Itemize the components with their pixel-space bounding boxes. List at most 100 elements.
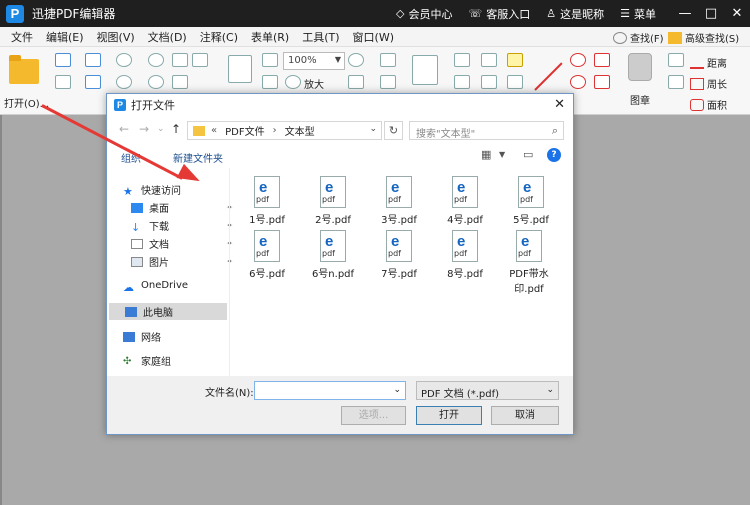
zoom-select[interactable]: 100% ▼	[283, 52, 345, 70]
user-nickname-link[interactable]: ♙ 这是昵称	[546, 6, 604, 22]
file-item-5[interactable]: e pdf 5号.pdf	[500, 176, 562, 226]
menu-tools[interactable]: 工具(T)	[302, 29, 339, 45]
open-file-button[interactable]: 打开(O)...	[4, 53, 49, 110]
chevron-down-icon[interactable]: ⌄	[393, 385, 401, 395]
refresh-button[interactable]: ↻	[384, 121, 403, 140]
back-arrow-icon[interactable]: ←	[119, 122, 129, 136]
close-button[interactable]: ✕	[724, 6, 750, 21]
actual-size-icon[interactable]	[228, 55, 252, 83]
menu-view[interactable]: 视图(V)	[97, 29, 135, 45]
fit-width-icon[interactable]	[262, 75, 278, 89]
path-overflow[interactable]: «	[211, 125, 217, 136]
menu-form[interactable]: 表单(R)	[251, 29, 289, 45]
polygon-tool-icon[interactable]	[594, 53, 610, 67]
menu-edit[interactable]: 编辑(E)	[46, 29, 84, 45]
menu-window[interactable]: 窗口(W)	[353, 29, 394, 45]
customer-service-link[interactable]: ☏ 客服入口	[468, 6, 530, 22]
rotate-icon[interactable]	[348, 75, 364, 89]
zoom-icon[interactable]	[348, 53, 364, 67]
textbox-icon[interactable]	[481, 75, 497, 89]
minimize-button[interactable]: —	[672, 6, 698, 21]
stamp-icon[interactable]	[628, 53, 652, 81]
undo-icon[interactable]	[116, 53, 132, 67]
file-item-6n[interactable]: e pdf 6号n.pdf	[302, 230, 364, 280]
hand-icon[interactable]	[172, 53, 188, 67]
filetype-select[interactable]: PDF 文档 (*.pdf) ⌄	[416, 381, 559, 400]
circle-tool-icon[interactable]	[570, 53, 586, 67]
help-icon[interactable]: ?	[547, 148, 561, 162]
rectangle-tool-icon[interactable]	[594, 75, 610, 89]
nav-downloads[interactable]: ↓下载✦	[131, 218, 235, 234]
line-tool-icon[interactable]	[534, 62, 563, 91]
file-item-2[interactable]: e pdf 2号.pdf	[302, 176, 364, 226]
menu-file[interactable]: 文件	[11, 29, 33, 45]
file-item-4[interactable]: e pdf 4号.pdf	[434, 176, 496, 226]
back-icon[interactable]	[148, 53, 164, 67]
up-arrow-icon[interactable]: ↑	[171, 122, 181, 136]
forward-arrow-icon[interactable]: →	[139, 122, 149, 136]
maximize-button[interactable]: □	[698, 6, 724, 21]
crop-icon[interactable]	[454, 75, 470, 89]
nav-pictures[interactable]: 图片✦	[131, 254, 235, 269]
file-item-6[interactable]: e pdf 6号.pdf	[236, 230, 298, 280]
file-item-3[interactable]: e pdf 3号.pdf	[368, 176, 430, 226]
ellipse-tool-icon[interactable]	[570, 75, 586, 89]
typewriter-icon[interactable]	[481, 53, 497, 67]
area-tool[interactable]: 面积	[690, 97, 727, 112]
edit-content-icon[interactable]	[412, 55, 438, 85]
select-icon[interactable]	[172, 75, 188, 89]
nav-this-pc[interactable]: 此电脑	[109, 303, 227, 320]
search-input[interactable]: 搜索"文本型" ⌕	[409, 121, 564, 140]
options-button[interactable]: 选项...	[341, 406, 406, 425]
menu-comment[interactable]: 注释(C)	[200, 29, 238, 45]
breadcrumb-pdf-folder[interactable]: PDF文件	[225, 123, 264, 138]
add-text-icon[interactable]	[380, 75, 396, 89]
eraser-icon[interactable]	[668, 53, 684, 67]
pencil-icon[interactable]	[668, 75, 684, 89]
new-folder-button[interactable]: 新建文件夹	[173, 150, 223, 165]
attach-icon[interactable]	[507, 75, 523, 89]
view-options-icon[interactable]: ▦	[481, 148, 491, 161]
find-button[interactable]: 查找(F)	[613, 30, 664, 45]
distance-tool[interactable]: 距离	[690, 55, 727, 70]
preview-pane-icon[interactable]: ▭	[523, 148, 533, 161]
filename-input[interactable]: ⌄	[254, 381, 406, 400]
pane-divider[interactable]	[229, 168, 230, 376]
file-item-8[interactable]: e pdf 8号.pdf	[434, 230, 496, 280]
forward-icon[interactable]	[148, 75, 164, 89]
nav-documents[interactable]: 文档✦	[131, 236, 235, 251]
note-icon[interactable]	[507, 53, 523, 67]
main-menu-button[interactable]: ☰ 菜单	[620, 6, 656, 22]
advanced-find-button[interactable]: 高级查找(S)	[668, 30, 739, 45]
email-icon[interactable]	[85, 53, 101, 67]
member-center-link[interactable]: ◇ 会员中心	[396, 6, 452, 22]
fit-page-icon[interactable]	[262, 53, 278, 67]
dialog-close-button[interactable]: ✕	[554, 97, 565, 112]
nav-quick-access[interactable]: ★ 快速访问	[123, 182, 227, 198]
menu-document[interactable]: 文档(D)	[148, 29, 187, 45]
nav-homegroup[interactable]: ✣ 家庭组	[123, 353, 227, 369]
redo-icon[interactable]	[116, 75, 132, 89]
zoom-in-icon[interactable]	[285, 75, 301, 89]
network-icon	[123, 331, 135, 342]
nav-desktop[interactable]: 桌面✦	[131, 200, 235, 215]
nav-network[interactable]: 网络	[123, 329, 227, 344]
recent-dropdown-icon[interactable]: ⌄	[157, 124, 165, 134]
file-item-watermark[interactable]: e pdf PDF带水印.pdf	[500, 230, 558, 295]
nav-onedrive[interactable]: ☁ OneDrive	[123, 280, 227, 294]
breadcrumb-text-folder[interactable]: 文本型	[285, 123, 315, 138]
image-edit-icon[interactable]	[454, 53, 470, 67]
file-item-7[interactable]: e pdf 7号.pdf	[368, 230, 430, 280]
open-button[interactable]: 打开	[416, 406, 482, 425]
view-dropdown-icon[interactable]: ▼	[499, 150, 505, 159]
cancel-button[interactable]: 取消	[491, 406, 559, 425]
camera-icon[interactable]	[192, 53, 208, 67]
cloud-icon[interactable]	[85, 75, 101, 89]
perimeter-tool[interactable]: 周长	[690, 76, 727, 91]
print-icon[interactable]	[55, 75, 71, 89]
save-icon[interactable]	[55, 53, 71, 67]
text-edit-icon[interactable]	[380, 53, 396, 67]
file-item-1[interactable]: e pdf 1号.pdf	[236, 176, 298, 226]
chevron-down-icon[interactable]: ⌄	[369, 124, 377, 134]
address-bar[interactable]: « PDF文件 › 文本型 ⌄	[187, 121, 382, 140]
